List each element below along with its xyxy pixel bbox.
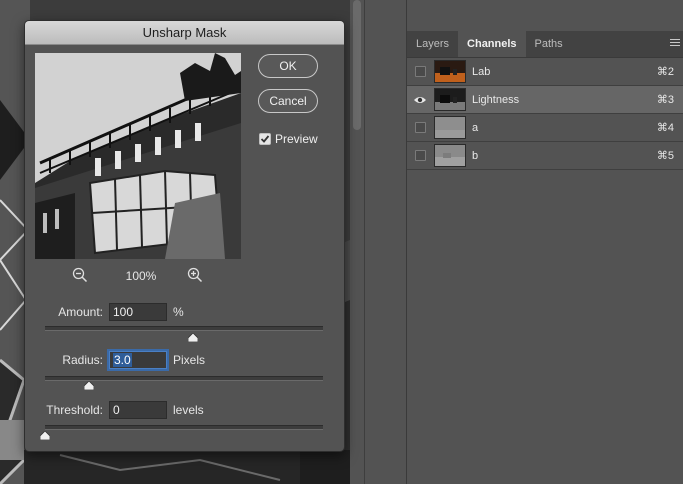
preview-image (35, 53, 241, 259)
preview-checkbox[interactable] (259, 133, 271, 145)
threshold-unit: levels (173, 403, 204, 417)
radius-unit: Pixels (173, 353, 206, 367)
visibility-toggle[interactable] (409, 86, 431, 113)
channel-row-lightness[interactable]: Lightness ⌘3 (407, 86, 683, 114)
channel-name: Lab (472, 65, 491, 78)
radius-slider-thumb[interactable] (84, 381, 95, 390)
zoom-out-icon[interactable] (72, 267, 88, 283)
zoom-in-icon[interactable] (187, 267, 203, 283)
channel-row-lab[interactable]: Lab ⌘2 (407, 58, 683, 86)
amount-unit: % (173, 305, 184, 319)
channel-shortcut: ⌘3 (656, 94, 674, 106)
channel-thumbnail (434, 116, 466, 139)
amount-slider[interactable] (45, 326, 323, 331)
unsharp-mask-dialog: Unsharp Mask 100% OK Cancel Preview Amou… (24, 20, 345, 452)
ok-button[interactable]: OK (258, 54, 318, 78)
channel-thumbnail (434, 60, 466, 83)
eye-icon (414, 96, 426, 103)
cancel-button[interactable]: Cancel (258, 89, 318, 113)
channels-panel: Layers Channels Paths Lab ⌘2 Lightness ⌘… (406, 0, 683, 484)
visibility-toggle[interactable] (409, 58, 431, 85)
scrollbar-thumb[interactable] (353, 0, 361, 130)
threshold-input[interactable]: 0 (109, 401, 167, 419)
channel-shortcut: ⌘4 (656, 122, 674, 134)
panel-dock-gap (364, 0, 407, 484)
radius-label: Radius: (62, 353, 103, 367)
tab-layers[interactable]: Layers (407, 31, 458, 57)
filter-preview[interactable] (35, 53, 241, 259)
panel-header-space (407, 0, 683, 31)
amount-label: Amount: (58, 305, 103, 319)
visibility-off-icon (414, 122, 426, 133)
channel-name: Lightness (472, 93, 520, 106)
tab-channels[interactable]: Channels (458, 31, 526, 57)
threshold-label: Threshold: (46, 403, 103, 417)
channel-thumbnail (434, 88, 466, 111)
radius-value: 3.0 (113, 353, 132, 367)
preview-label: Preview (275, 132, 318, 146)
dialog-title: Unsharp Mask (25, 21, 344, 45)
visibility-toggle[interactable] (409, 114, 431, 141)
tab-paths[interactable]: Paths (526, 31, 572, 57)
channel-thumbnail (434, 144, 466, 167)
threshold-slider[interactable] (45, 425, 323, 430)
panel-tab-bar: Layers Channels Paths (407, 31, 683, 58)
channel-name: a (472, 121, 479, 134)
channel-name: b (472, 149, 479, 162)
channel-shortcut: ⌘5 (656, 150, 674, 162)
checkmark-icon (260, 135, 270, 143)
threshold-slider-thumb[interactable] (40, 431, 50, 440)
visibility-off-icon (414, 66, 426, 77)
canvas-scrollbar[interactable] (350, 0, 364, 484)
amount-input[interactable]: 100 (109, 303, 167, 321)
visibility-off-icon (414, 150, 426, 161)
zoom-controls: 100% (35, 267, 241, 285)
radius-input[interactable]: 3.0 (109, 351, 167, 369)
zoom-level: 100% (125, 269, 157, 283)
channel-row-a[interactable]: a ⌘4 (407, 114, 683, 142)
visibility-toggle[interactable] (409, 142, 431, 169)
amount-slider-thumb[interactable] (188, 333, 199, 342)
channel-shortcut: ⌘2 (656, 66, 674, 78)
panel-menu-icon[interactable] (670, 37, 680, 48)
channel-row-b[interactable]: b ⌘5 (407, 142, 683, 170)
